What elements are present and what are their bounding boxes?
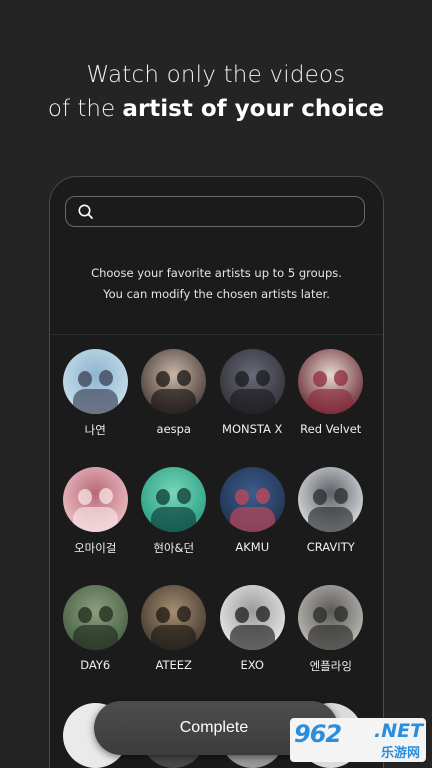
artist-avatar — [141, 467, 207, 532]
intro-text: Choose your favorite artists up to 5 gro… — [50, 263, 383, 305]
artist-avatar — [298, 467, 364, 532]
artist-avatar — [298, 585, 364, 650]
artist-avatar — [62, 585, 128, 650]
artist-avatar — [141, 585, 207, 650]
artist-name: 현아&던 — [153, 541, 195, 555]
artist-name: Red Velvet — [300, 422, 362, 436]
complete-button-label: Complete — [179, 719, 249, 736]
headline-line2: of the artist of your choice — [0, 92, 432, 126]
search-bar[interactable] — [65, 196, 365, 227]
artist-item[interactable]: 나연 — [56, 349, 135, 438]
artist-item[interactable]: 엔플라잉 — [292, 585, 371, 674]
artist-name: AKMU — [235, 540, 270, 554]
artist-name: CRAVITY — [306, 540, 355, 554]
artist-item[interactable]: EXO — [213, 585, 292, 674]
artist-item[interactable]: Red Velvet — [292, 349, 371, 438]
artist-item[interactable]: CRAVITY — [292, 467, 371, 556]
artist-name: DAY6 — [80, 658, 111, 672]
headline-line2-prefix: of the — [47, 96, 123, 122]
search-input[interactable] — [100, 201, 354, 224]
intro-line2: You can modify the chosen artists later. — [103, 287, 330, 301]
artist-name: aespa — [156, 422, 191, 436]
artist-avatar — [219, 585, 285, 650]
artist-item[interactable]: 현아&던 — [135, 467, 214, 556]
intro-line1: Choose your favorite artists up to 5 gro… — [91, 266, 342, 280]
artist-item[interactable]: 오마이걸 — [56, 467, 135, 556]
watermark-logo: 962 .NET 乐游网 — [290, 718, 426, 762]
artist-avatar — [219, 349, 285, 414]
artist-item[interactable]: AKMU — [213, 467, 292, 556]
phone-frame: Choose your favorite artists up to 5 gro… — [49, 176, 384, 768]
artist-name: 엔플라잉 — [309, 659, 352, 673]
divider — [50, 334, 383, 335]
artist-item[interactable]: DAY6 — [56, 585, 135, 674]
artist-avatar — [219, 467, 285, 532]
artist-name: EXO — [240, 658, 264, 672]
artist-avatar — [62, 467, 128, 532]
artist-name: ATEEZ — [155, 658, 192, 672]
artist-item[interactable]: aespa — [135, 349, 214, 438]
artist-avatar — [141, 349, 207, 414]
artist-avatar — [62, 349, 128, 414]
artist-avatar — [298, 349, 364, 414]
onboarding-screen: Watch only the videos of the artist of y… — [0, 0, 432, 768]
headline-line2-bold: artist of your choice — [122, 96, 385, 122]
artist-item[interactable]: ATEEZ — [135, 585, 214, 674]
headline: Watch only the videos of the artist of y… — [0, 58, 432, 126]
search-icon — [78, 204, 93, 219]
headline-line1: Watch only the videos — [86, 62, 346, 88]
artist-name: MONSTA X — [222, 422, 283, 436]
artist-name: 나연 — [84, 423, 106, 437]
artist-name: 오마이걸 — [74, 541, 117, 555]
artist-item[interactable]: MONSTA X — [213, 349, 292, 438]
